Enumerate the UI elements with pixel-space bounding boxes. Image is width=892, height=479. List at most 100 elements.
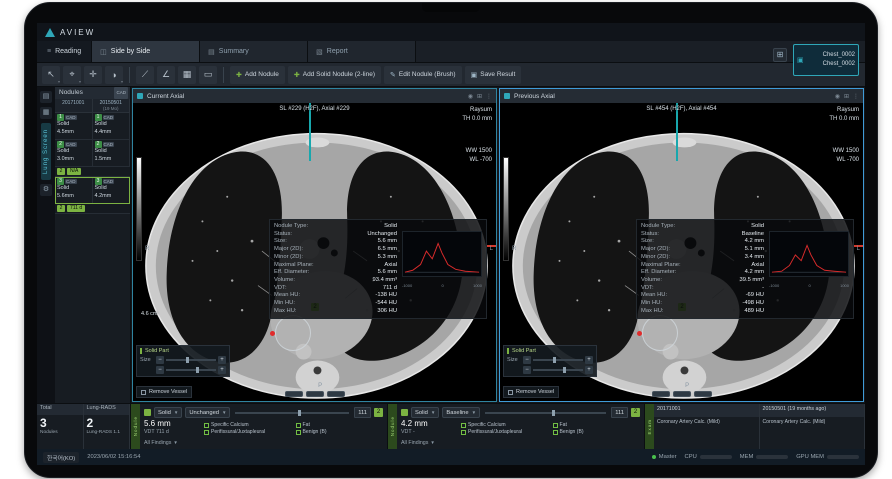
slice-slider[interactable] <box>235 412 349 414</box>
viewport-current-axial[interactable]: Current Axial ◉ ⊞ ⋮ <box>132 88 497 402</box>
size-slider[interactable] <box>533 369 583 371</box>
findings-filter[interactable]: All Findings▼ <box>401 438 640 447</box>
exam-finding-current[interactable]: Coronary Artery Calc. (Mild) <box>654 417 760 449</box>
nodule-row-2[interactable]: 2CAD Solid 3.0mm 2CAD Solid 1.5mm <box>55 140 130 167</box>
mini-button[interactable] <box>285 391 303 397</box>
series-selector[interactable]: ▣ Chest_0002 Chest_0002 <box>793 44 859 76</box>
viewport-previous-axial[interactable]: Previous Axial ◉ ⊞ ⋮ <box>499 88 864 402</box>
checkbox-fat[interactable]: Fat <box>296 422 384 428</box>
ruler-tool-button[interactable]: ⟋ <box>136 66 154 84</box>
magnify-tool-button[interactable]: ⌖▾ <box>63 66 81 84</box>
size-decrease-button[interactable]: − <box>523 356 531 364</box>
tab-summary[interactable]: ▤ Summary <box>200 41 308 62</box>
pan-tool-button[interactable]: ✛ <box>84 66 102 84</box>
save-result-button[interactable]: ▣ Save Result <box>465 66 522 84</box>
mini-button[interactable] <box>652 391 670 397</box>
exam-finding-previous[interactable]: Coronary Artery Calc. (Mild) <box>760 417 866 449</box>
remove-vessel-toggle[interactable]: Remove Vessel <box>503 386 559 398</box>
slice-number-box[interactable]: 111 <box>611 407 628 418</box>
expand-icon[interactable]: ⊞ <box>477 93 482 100</box>
report-icon: ▧ <box>316 48 323 56</box>
checkbox-perifissural[interactable]: Perifissural/Juxtapleural <box>204 429 292 435</box>
checkbox-specific-calcium[interactable]: Specific Calcium <box>461 422 549 428</box>
findings-filter[interactable]: All Findings▼ <box>144 438 383 447</box>
nodule-section-tab[interactable]: Nodule <box>131 404 140 449</box>
ct-canvas[interactable]: SL #229 (H2F), Axial #229 Raysum TH 0.0 … <box>133 103 496 401</box>
locale-indicator[interactable]: 한국어(KO) <box>43 452 79 463</box>
viewport-title: Current Axial <box>147 93 184 100</box>
exam-date-previous[interactable]: 20150501 (19 months ago) <box>760 404 866 417</box>
slice-slider[interactable] <box>485 412 606 414</box>
snapshot-icon[interactable]: ◉ <box>468 93 473 100</box>
column-current[interactable]: 20171001 <box>55 99 93 112</box>
grayscale-bar[interactable] <box>136 157 142 261</box>
size-decrease-button[interactable]: − <box>523 366 531 374</box>
nodule-type-select[interactable]: Solid▼ <box>411 407 439 418</box>
nodule-status-select[interactable]: Baseline▼ <box>442 407 480 418</box>
size-increase-button[interactable]: + <box>218 356 226 364</box>
size-decrease-button[interactable]: − <box>156 366 164 374</box>
pointer-tool-button[interactable]: ↖▾ <box>42 66 60 84</box>
slice-number-box[interactable]: 111 <box>354 407 371 418</box>
app-window: AVIEW ≡ Reading ◫ Side by Side ▤ Summary… <box>37 23 865 465</box>
series-list-icon[interactable]: ▦ <box>40 107 52 119</box>
nodule-circle[interactable] <box>642 315 678 351</box>
settings-icon[interactable]: ⚙ <box>40 184 52 196</box>
patient-list-icon[interactable]: ▤ <box>40 91 52 103</box>
size-slider[interactable] <box>166 359 216 361</box>
snapshot-icon[interactable]: ◉ <box>835 93 840 100</box>
exam-section-tab[interactable]: Exam <box>645 404 654 449</box>
layout-grid-button[interactable]: ⊞ <box>773 48 787 62</box>
info-row: Minor (2D):3.4 mm <box>641 254 764 262</box>
size-increase-button[interactable]: + <box>585 366 593 374</box>
nodule-status-select[interactable]: Unchanged▼ <box>185 407 230 418</box>
nodule-circle[interactable] <box>275 315 311 351</box>
add-nodule-button[interactable]: ✚ Add Nodule <box>230 66 285 84</box>
ct-canvas[interactable]: SL #454 (H2F), Axial #454 Raysum TH 0.0 … <box>500 103 863 401</box>
toolbar: ↖▾ ⌖▾ ✛ ◑▾ ⟋ ∠ ▦ ▭ ✚ Add Nodule ✚ Add So… <box>37 63 865 87</box>
edit-nodule-button[interactable]: ✎ Edit Nodule (Brush) <box>384 66 462 84</box>
remove-vessel-toggle[interactable]: Remove Vessel <box>136 386 192 398</box>
checkbox-specific-calcium[interactable]: Specific Calcium <box>204 422 292 428</box>
bottom-bar: Total Lung-RADS 3 Nodules 2 Lung-RADS 1.… <box>37 403 865 449</box>
lung-screen-tab[interactable]: Lung Screen <box>41 123 51 180</box>
tab-bar: ≡ Reading ◫ Side by Side ▤ Summary ▧ Rep… <box>37 41 865 63</box>
angle-tool-button[interactable]: ∠ <box>157 66 175 84</box>
exam-date-current[interactable]: 20171001 <box>654 404 760 417</box>
checkbox-benign[interactable]: Benign (B) <box>296 429 384 435</box>
windowing-tool-button[interactable]: ◑▾ <box>105 66 123 84</box>
cad-toggle[interactable]: CAD <box>114 87 128 99</box>
solid-part-panel: Solid Part Size − + − + <box>136 345 230 377</box>
mini-button[interactable] <box>694 391 712 397</box>
nodule-row-3-selected[interactable]: 3CAD Solid 5.6mm 3CAD Solid 4.2mm <box>55 177 130 204</box>
more-icon[interactable]: ⋮ <box>853 93 859 100</box>
mini-button[interactable] <box>306 391 324 397</box>
grayscale-bar[interactable] <box>503 157 509 261</box>
size-increase-button[interactable]: + <box>218 366 226 374</box>
mini-button[interactable] <box>673 391 691 397</box>
eraser-tool-button[interactable]: ▭ <box>199 66 217 84</box>
tab-report[interactable]: ▧ Report <box>308 41 416 62</box>
nodule-type-select[interactable]: Solid▼ <box>154 407 182 418</box>
checkbox-icon <box>204 423 209 428</box>
size-slider[interactable] <box>166 369 216 371</box>
checkbox-benign[interactable]: Benign (B) <box>553 429 641 435</box>
nodule-row-1[interactable]: 1CAD Solid 4.5mm 1CAD Solid 4.4mm <box>55 113 130 140</box>
size-decrease-button[interactable]: − <box>156 356 164 364</box>
mini-button[interactable] <box>327 391 345 397</box>
expand-icon[interactable]: ⊞ <box>844 93 849 100</box>
size-slider[interactable] <box>533 359 583 361</box>
add-solid-nodule-button[interactable]: ✚ Add Solid Nodule (2-line) <box>288 66 381 84</box>
info-row: Size:4.2 mm <box>641 238 764 246</box>
slice-label: SL #454 (H2F), Axial #454 <box>646 106 716 112</box>
info-row: Mean HU:-69 HU <box>641 292 764 300</box>
checkbox-perifissural[interactable]: Perifissural/Juxtapleural <box>461 429 549 435</box>
nodule-section-tab[interactable]: Nodule <box>388 404 397 449</box>
more-icon[interactable]: ⋮ <box>486 93 492 100</box>
layout-tool-button[interactable]: ▦ <box>178 66 196 84</box>
checkbox-fat[interactable]: Fat <box>553 422 641 428</box>
size-increase-button[interactable]: + <box>585 356 593 364</box>
tab-side-by-side[interactable]: ◫ Side by Side <box>92 41 200 62</box>
reading-menu-button[interactable]: ≡ Reading <box>37 41 92 62</box>
column-previous[interactable]: 20150501 (19 Mo) <box>93 99 131 112</box>
